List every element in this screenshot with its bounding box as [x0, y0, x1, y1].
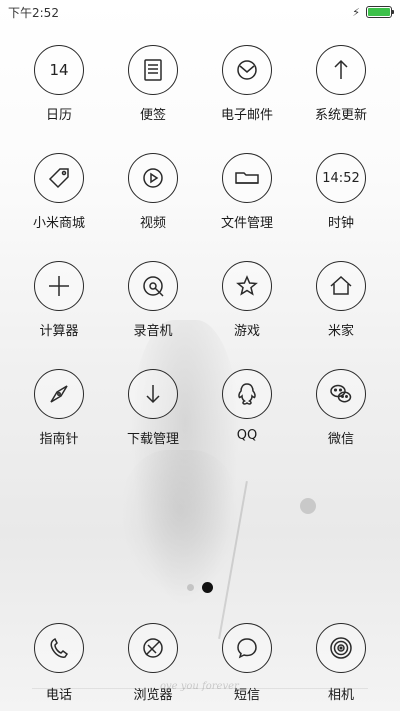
calendar-icon: 14 — [34, 45, 84, 95]
app-label-recorder: 录音机 — [133, 324, 173, 339]
app-label-video: 视频 — [139, 216, 166, 231]
star-icon — [222, 261, 272, 311]
wechat-icon — [316, 369, 366, 419]
calendar-date: 14 — [49, 61, 69, 79]
battery-icon — [366, 6, 394, 18]
app-label-mi-store: 小米商城 — [32, 216, 85, 231]
app-label-games: 游戏 — [233, 324, 260, 339]
app-label-email: 电子邮件 — [220, 108, 273, 123]
dock: 电话 浏览器 短信 相机 — [0, 623, 400, 703]
page-dot-1[interactable] — [187, 584, 194, 591]
notes-icon — [128, 45, 178, 95]
update-arrow-icon — [316, 45, 366, 95]
app-label-calculator: 计算器 — [39, 324, 79, 339]
floating-ball[interactable] — [300, 498, 316, 514]
clock-time: 14:52 — [322, 170, 360, 186]
camera-icon — [316, 623, 366, 673]
app-games[interactable]: 游戏 — [200, 261, 294, 339]
app-email[interactable]: 电子邮件 — [200, 45, 294, 123]
dock-label-messages: 短信 — [233, 688, 260, 703]
battery-level — [368, 8, 390, 16]
app-downloads[interactable]: 下载管理 — [106, 369, 200, 447]
app-compass[interactable]: 指南针 — [12, 369, 106, 447]
app-label-mi-home: 米家 — [327, 324, 354, 339]
page-dot-2-active[interactable] — [202, 582, 213, 593]
plus-icon — [34, 261, 84, 311]
app-calculator[interactable]: 计算器 — [12, 261, 106, 339]
dock-label-browser: 浏览器 — [133, 688, 173, 703]
app-grid: 14 日历 便签 电子邮件 系统更新 小米商城 视频 文件管理 14:52 时钟… — [0, 45, 400, 447]
app-recorder[interactable]: 录音机 — [106, 261, 200, 339]
qq-icon — [222, 369, 272, 419]
app-label-notes: 便签 — [139, 108, 166, 123]
tag-icon — [34, 153, 84, 203]
browser-icon — [128, 623, 178, 673]
status-indicators: ⚡ — [352, 5, 394, 19]
bolt-icon: ⚡ — [352, 5, 360, 19]
app-video[interactable]: 视频 — [106, 153, 200, 231]
phone-icon — [34, 623, 84, 673]
dock-browser[interactable]: 浏览器 — [106, 623, 200, 703]
status-time: 下午2:52 — [8, 5, 59, 20]
app-updater[interactable]: 系统更新 — [294, 45, 388, 123]
dock-label-camera: 相机 — [327, 688, 354, 703]
dock-phone[interactable]: 电话 — [12, 623, 106, 703]
email-icon — [222, 45, 272, 95]
app-qq[interactable]: QQ — [200, 369, 294, 447]
wallpaper-dress — [120, 450, 240, 600]
status-bar: 下午2:52 ⚡ — [0, 0, 400, 24]
wallpaper-easel — [218, 481, 248, 639]
app-label-compass: 指南针 — [39, 432, 79, 447]
compass-icon — [34, 369, 84, 419]
app-label-wechat: 微信 — [327, 432, 354, 447]
home-icon — [316, 261, 366, 311]
app-mi-store[interactable]: 小米商城 — [12, 153, 106, 231]
app-label-file-manager: 文件管理 — [220, 216, 273, 231]
app-calendar[interactable]: 14 日历 — [12, 45, 106, 123]
app-label-qq: QQ — [236, 428, 258, 443]
dock-camera[interactable]: 相机 — [294, 623, 388, 703]
app-clock[interactable]: 14:52 时钟 — [294, 153, 388, 231]
clock-icon: 14:52 — [316, 153, 366, 203]
app-wechat[interactable]: 微信 — [294, 369, 388, 447]
play-icon — [128, 153, 178, 203]
folder-icon — [222, 153, 272, 203]
app-label-calendar: 日历 — [45, 108, 72, 123]
app-file-manager[interactable]: 文件管理 — [200, 153, 294, 231]
dock-label-phone: 电话 — [45, 688, 72, 703]
app-label-updater: 系统更新 — [314, 108, 367, 123]
app-label-downloads: 下载管理 — [126, 432, 179, 447]
message-icon — [222, 623, 272, 673]
app-notes[interactable]: 便签 — [106, 45, 200, 123]
page-indicator — [0, 582, 400, 593]
app-mi-home[interactable]: 米家 — [294, 261, 388, 339]
app-label-clock: 时钟 — [327, 216, 354, 231]
download-icon — [128, 369, 178, 419]
dock-messages[interactable]: 短信 — [200, 623, 294, 703]
recorder-icon — [128, 261, 178, 311]
